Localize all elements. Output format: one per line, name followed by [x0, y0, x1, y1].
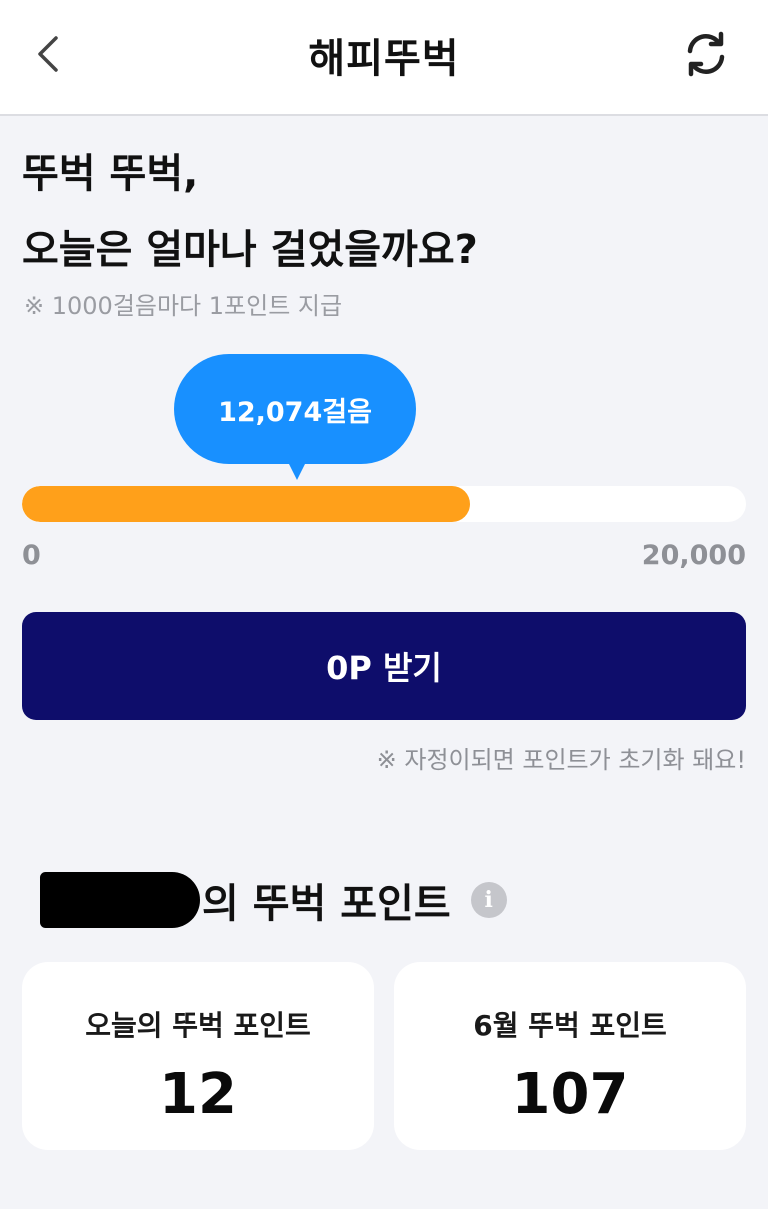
points-section-title: 의 뚜벅 포인트 i [40, 870, 507, 930]
step-progress-fill [22, 486, 470, 522]
refresh-button[interactable] [678, 26, 734, 82]
headline: 뚜벅 뚜벅, 오늘은 얼마나 걸었을까요? [22, 136, 742, 288]
step-progress-bar [22, 486, 746, 522]
today-points-card: 오늘의 뚜벅 포인트 12 [22, 962, 374, 1150]
step-count-bubble: 12,074걸음 [174, 354, 416, 464]
step-count-label: 12,074걸음 [218, 396, 372, 428]
points-rule-notice: ※ 1000걸음마다 1포인트 지급 [24, 292, 343, 320]
headline-line-1: 뚜벅 뚜벅, [22, 151, 199, 197]
headline-line-2: 오늘은 얼마나 걸었을까요? [22, 227, 478, 273]
bubble-tail [287, 460, 307, 480]
monthly-points-value: 107 [511, 1062, 629, 1127]
top-app-bar: 해피뚜벅 [0, 0, 768, 116]
progress-max-label: 20,000 [641, 540, 746, 571]
points-section-title-text: 의 뚜벅 포인트 [202, 881, 451, 927]
redacted-username [40, 872, 200, 928]
claim-points-button[interactable]: 0P 받기 [22, 612, 746, 720]
monthly-points-label: 6월 뚜벅 포인트 [473, 1009, 667, 1042]
progress-min-label: 0 [22, 540, 41, 571]
info-icon[interactable]: i [470, 882, 507, 918]
page-title: 해피뚜벅 [308, 36, 460, 82]
monthly-points-card: 6월 뚜벅 포인트 107 [394, 962, 746, 1150]
today-points-label: 오늘의 뚜벅 포인트 [85, 1009, 311, 1042]
refresh-icon [687, 31, 725, 77]
reset-notice: ※ 자정이되면 포인트가 초기화 돼요! [376, 746, 746, 774]
today-points-value: 12 [159, 1062, 237, 1127]
